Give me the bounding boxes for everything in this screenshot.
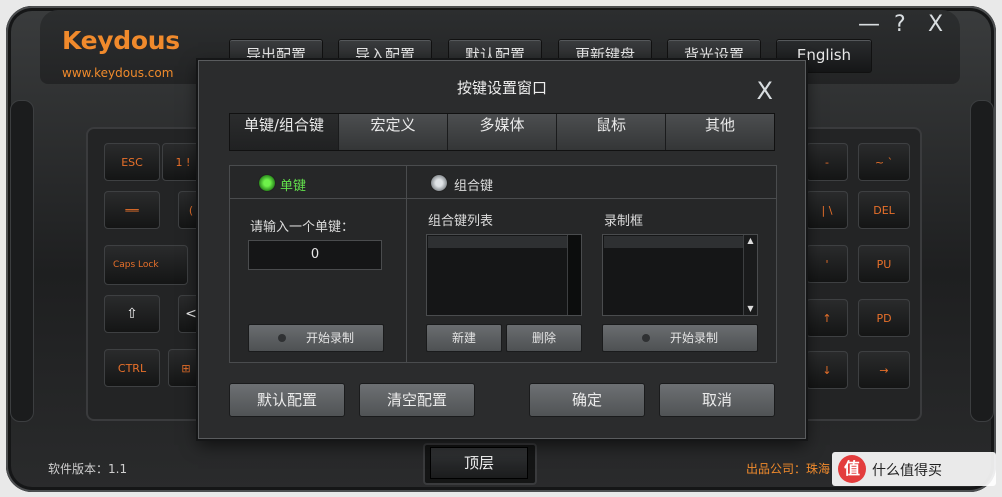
key[interactable]: | \ xyxy=(806,191,848,229)
watermark: 值 什么值得买 xyxy=(832,452,996,486)
single-key-input[interactable]: 0 xyxy=(248,240,382,270)
combo-record-button[interactable]: 开始录制 xyxy=(602,324,758,352)
key[interactable]: Caps Lock xyxy=(104,245,188,285)
record-box-scrollbar[interactable]: ▲ ▼ xyxy=(743,235,757,315)
keyboard-left: ESC 1 ! ══ ( Caps Lock ⇧ < CTRL ⊞ xyxy=(86,127,210,421)
key[interactable]: DEL xyxy=(858,191,910,229)
list-item[interactable] xyxy=(428,236,567,248)
key[interactable]: PU xyxy=(858,245,910,283)
dialog-title: 按键设置窗口 xyxy=(456,79,547,97)
panel-divider-vertical xyxy=(406,166,407,362)
list-item[interactable] xyxy=(604,236,743,248)
record-box-label: 录制框 xyxy=(604,214,644,229)
dialog-close-icon[interactable]: X xyxy=(757,77,773,105)
dialog-tabs: 单键/组合键 宏定义 多媒体 鼠标 其他 xyxy=(229,113,775,151)
scroll-down-icon[interactable]: ▼ xyxy=(744,303,757,315)
key[interactable]: - xyxy=(806,143,848,181)
key[interactable]: ' xyxy=(806,245,848,283)
close-icon[interactable]: X xyxy=(928,12,943,37)
record-box[interactable]: ▲ ▼ xyxy=(602,234,758,316)
watermark-text: 什么值得买 xyxy=(872,463,942,479)
keyboard-right: - ~ ` | \ DEL ' PU ↑ PD ↓ → xyxy=(798,127,922,421)
minimize-icon[interactable]: — xyxy=(858,12,880,37)
key[interactable]: ↑ xyxy=(806,299,848,337)
combo-record-label: 开始录制 xyxy=(669,331,718,345)
single-key-label: 单键 xyxy=(280,179,307,194)
key[interactable]: ══ xyxy=(104,191,160,229)
single-key-record-label: 开始录制 xyxy=(305,331,354,345)
combo-key-label: 组合键 xyxy=(454,179,494,194)
new-combo-button[interactable]: 新建 xyxy=(426,324,502,352)
left-side-fin xyxy=(10,100,34,422)
single-key-radio[interactable] xyxy=(258,174,276,192)
combo-list-label: 组合键列表 xyxy=(428,214,494,229)
record-dot-icon xyxy=(641,333,650,342)
key[interactable]: ↓ xyxy=(806,351,848,389)
tab-macro[interactable]: 宏定义 xyxy=(339,114,448,150)
combo-list-scrollbar[interactable] xyxy=(567,235,581,315)
combo-key-list[interactable] xyxy=(426,234,582,316)
top-layer-button[interactable]: 顶层 xyxy=(430,447,528,479)
tab-mouse[interactable]: 鼠标 xyxy=(557,114,666,150)
key[interactable]: ~ ` xyxy=(858,143,910,181)
key[interactable]: → xyxy=(858,351,910,389)
single-key-prompt: 请输入一个单键： xyxy=(250,220,355,235)
brand-logo: Keydous xyxy=(62,26,180,55)
tab-single-combo[interactable]: 单键/组合键 xyxy=(230,114,339,150)
company-label: 出品公司：珠海 xyxy=(746,462,831,476)
dialog-clear-button[interactable]: 清空配置 xyxy=(359,383,475,417)
key-settings-dialog: 按键设置窗口 X 单键/组合键 宏定义 多媒体 鼠标 其他 单键 请输入一个单键… xyxy=(198,60,806,439)
key[interactable]: ⇧ xyxy=(104,295,160,333)
software-version: 软件版本：1.1 xyxy=(48,462,128,476)
record-dot-icon xyxy=(277,333,286,342)
key[interactable]: ESC xyxy=(104,143,160,181)
tab-multimedia[interactable]: 多媒体 xyxy=(448,114,557,150)
scroll-up-icon[interactable]: ▲ xyxy=(744,235,757,247)
delete-combo-button[interactable]: 删除 xyxy=(506,324,582,352)
single-key-record-button[interactable]: 开始录制 xyxy=(248,324,384,352)
brand-site: www.keydous.com xyxy=(62,66,174,80)
dialog-ok-button[interactable]: 确定 xyxy=(529,383,645,417)
tab-other[interactable]: 其他 xyxy=(666,114,774,150)
key[interactable]: PD xyxy=(858,299,910,337)
key[interactable]: CTRL xyxy=(104,349,160,387)
watermark-logo-icon: 值 xyxy=(838,455,866,483)
key-config-panel: 单键 请输入一个单键： 0 开始录制 组合键 组合键列表 录制框 ▲ ▼ 新建 … xyxy=(229,165,777,363)
panel-divider-horizontal xyxy=(230,198,776,199)
dialog-cancel-button[interactable]: 取消 xyxy=(659,383,775,417)
help-icon[interactable]: ? xyxy=(894,12,906,37)
dialog-default-button[interactable]: 默认配置 xyxy=(229,383,345,417)
combo-key-radio[interactable] xyxy=(430,174,448,192)
right-side-fin xyxy=(970,100,994,422)
